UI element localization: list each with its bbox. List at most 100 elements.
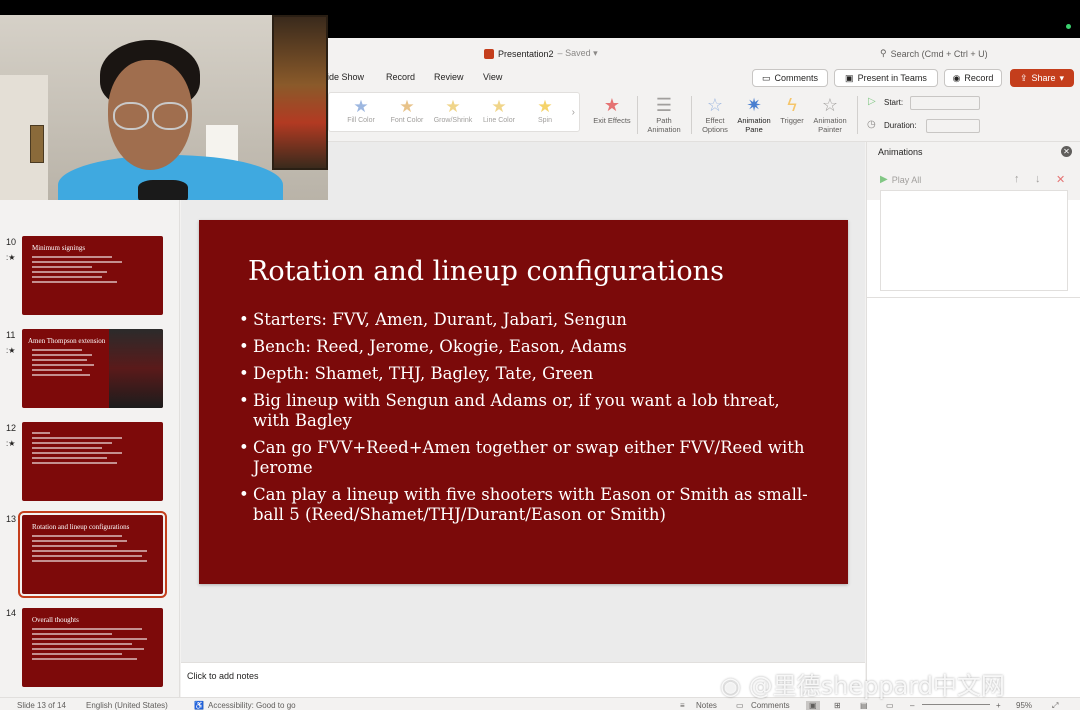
duration-label: Duration: bbox=[884, 121, 917, 130]
zoom-slider[interactable] bbox=[922, 704, 990, 705]
animations-pane: Animations ✕ ▶ Play All ↑ ↓ ✕ bbox=[866, 142, 1080, 697]
animation-painter-button[interactable]: ☆ Animation Painter bbox=[807, 94, 853, 134]
effect-font-color[interactable]: ★ Font Color bbox=[383, 97, 431, 124]
effect-fill-color[interactable]: ★ Fill Color bbox=[337, 97, 385, 124]
animation-star-icon: :★ bbox=[6, 346, 16, 355]
slide-number: 11 bbox=[6, 330, 16, 340]
powerpoint-icon bbox=[484, 48, 494, 59]
thumb-text-lines bbox=[32, 432, 132, 467]
thumb-photo bbox=[109, 329, 163, 408]
notes-toggle[interactable]: Notes bbox=[696, 701, 717, 710]
slide-bullet-list[interactable]: Starters: FVV, Amen, Durant, Jabari, Sen… bbox=[239, 310, 819, 532]
tab-record[interactable]: Record bbox=[386, 72, 415, 82]
webcam-wall-frame bbox=[30, 125, 44, 163]
effect-grow-shrink[interactable]: ★ Grow/Shrink bbox=[429, 97, 477, 124]
save-status: – Saved ▾ bbox=[557, 48, 598, 58]
thumb-title: Overall thoughts bbox=[32, 616, 79, 624]
accessibility-icon: ♿ bbox=[194, 701, 204, 710]
exit-effects-button[interactable]: ★ Exit Effects bbox=[589, 94, 635, 125]
zoom-in-icon[interactable]: + bbox=[996, 701, 1001, 710]
tab-slide-show[interactable]: ide Show bbox=[327, 72, 364, 82]
slide-sorter-icon[interactable]: ⊞ bbox=[834, 701, 841, 710]
slide-thumbnails-panel[interactable]: 10 :★ Minimum signings 11 :★ Amen Thomps… bbox=[0, 142, 180, 697]
move-up-icon[interactable]: ↑ bbox=[1014, 173, 1020, 185]
share-button[interactable]: ⇪ Share ▾ bbox=[1010, 69, 1074, 87]
bullet-item: Can go FVV+Reed+Amen together or swap ei… bbox=[239, 438, 819, 478]
start-dropdown[interactable] bbox=[910, 96, 980, 110]
normal-view-icon[interactable]: ▣ bbox=[806, 701, 820, 710]
present-in-teams-button[interactable]: ▣ Present in Teams bbox=[834, 69, 938, 87]
delete-icon[interactable]: ✕ bbox=[1056, 173, 1065, 186]
clock-icon: ◷ bbox=[867, 119, 876, 130]
animation-list[interactable] bbox=[880, 190, 1068, 291]
gallery-scroll-icon[interactable]: › bbox=[572, 107, 575, 118]
thumb-title: Amen Thompson extension bbox=[28, 337, 106, 345]
record-icon: ◉ bbox=[952, 72, 961, 83]
slide-thumbnail-10[interactable]: Minimum signings bbox=[22, 236, 163, 315]
webcam-glasses bbox=[113, 102, 149, 130]
watermark: ◉ @里德sheppard中文网 bbox=[720, 672, 1005, 700]
fit-to-window-icon[interactable]: ⤢ bbox=[1052, 701, 1058, 710]
teams-icon: ▣ bbox=[845, 72, 854, 83]
zoom-level[interactable]: 95% bbox=[1016, 701, 1032, 710]
effect-line-color[interactable]: ★ Line Color bbox=[475, 97, 523, 124]
start-play-icon: ▷ bbox=[868, 96, 876, 107]
slide-number: 12 bbox=[6, 423, 17, 433]
duration-stepper[interactable] bbox=[926, 119, 980, 133]
fill-color-star-icon: ★ bbox=[353, 97, 369, 116]
thumb-text-lines bbox=[32, 256, 132, 286]
thumb-text-lines bbox=[32, 349, 102, 379]
accessibility-status[interactable]: Accessibility: Good to go bbox=[208, 701, 296, 710]
animation-star-icon: :★ bbox=[6, 253, 16, 262]
play-icon: ▶ bbox=[880, 174, 888, 185]
close-icon[interactable]: ✕ bbox=[1061, 146, 1072, 157]
effect-spin[interactable]: ★ Spin bbox=[521, 97, 569, 124]
animations-pane-header: Animations ✕ bbox=[867, 142, 1080, 162]
slideshow-icon[interactable]: ▭ bbox=[886, 701, 894, 710]
record-button[interactable]: ◉ Record bbox=[944, 69, 1002, 87]
comments-toggle[interactable]: Comments bbox=[751, 701, 790, 710]
comment-icon: ▭ bbox=[761, 72, 771, 83]
webcam-poster bbox=[272, 15, 328, 170]
slide-number: 13 bbox=[6, 514, 17, 524]
thumb-title: Rotation and lineup configurations bbox=[32, 523, 130, 531]
document-title[interactable]: Presentation2 – Saved ▾ bbox=[484, 48, 598, 59]
path-animation-button[interactable]: ☰ Path Animation bbox=[641, 94, 687, 134]
animations-pane-title: Animations bbox=[878, 147, 923, 157]
ribbon-divider bbox=[857, 96, 858, 134]
start-label: Start: bbox=[884, 98, 904, 107]
webcam-overlay bbox=[0, 15, 328, 200]
slide-thumbnail-12[interactable] bbox=[22, 422, 163, 501]
comments-button[interactable]: ▭ Comments bbox=[752, 69, 828, 87]
spin-star-icon: ★ bbox=[537, 97, 553, 116]
thumb-text-lines bbox=[32, 535, 152, 565]
search-box[interactable]: ⚲ Search (Cmd + Ctrl + U) bbox=[880, 48, 988, 59]
slide-number: 14 bbox=[6, 608, 17, 618]
font-color-star-icon: ★ bbox=[399, 97, 415, 116]
zoom-out-icon[interactable]: – bbox=[910, 701, 914, 710]
play-all-button[interactable]: ▶ Play All bbox=[880, 174, 921, 185]
search-placeholder: Search (Cmd + Ctrl + U) bbox=[890, 48, 988, 59]
slide-number: 10 bbox=[6, 237, 17, 247]
tab-view[interactable]: View bbox=[483, 72, 502, 82]
slide-thumbnail-11[interactable]: Amen Thompson extension bbox=[22, 329, 163, 408]
slide-title[interactable]: Rotation and lineup configurations bbox=[248, 256, 724, 287]
painter-star-icon: ☆ bbox=[821, 95, 839, 115]
line-color-star-icon: ★ bbox=[491, 97, 507, 116]
reading-view-icon[interactable]: ▤ bbox=[860, 701, 868, 710]
effects-gallery[interactable]: ★ Fill Color ★ Font Color ★ Grow/Shrink ★ Li… bbox=[328, 92, 580, 132]
grow-shrink-star-icon: ★ bbox=[445, 97, 461, 116]
webcam-glasses bbox=[152, 102, 188, 130]
path-icon: ☰ bbox=[655, 95, 673, 115]
language-indicator[interactable]: English (United States) bbox=[86, 701, 168, 710]
slide-editing-canvas[interactable]: Rotation and lineup configurations Start… bbox=[181, 142, 865, 662]
current-slide[interactable]: Rotation and lineup configurations Start… bbox=[199, 220, 848, 584]
move-down-icon[interactable]: ↓ bbox=[1035, 173, 1041, 185]
tab-review[interactable]: Review bbox=[434, 72, 464, 82]
bullet-item: Bench: Reed, Jerome, Okogie, Eason, Adam… bbox=[239, 337, 819, 357]
slide-thumbnail-13[interactable]: Rotation and lineup configurations bbox=[18, 511, 167, 598]
webcam-microphone bbox=[138, 180, 188, 200]
bullet-item: Big lineup with Sengun and Adams or, if … bbox=[239, 391, 819, 431]
slide-thumbnail-14[interactable]: Overall thoughts bbox=[22, 608, 163, 687]
comment-icon: ▭ bbox=[736, 701, 744, 710]
